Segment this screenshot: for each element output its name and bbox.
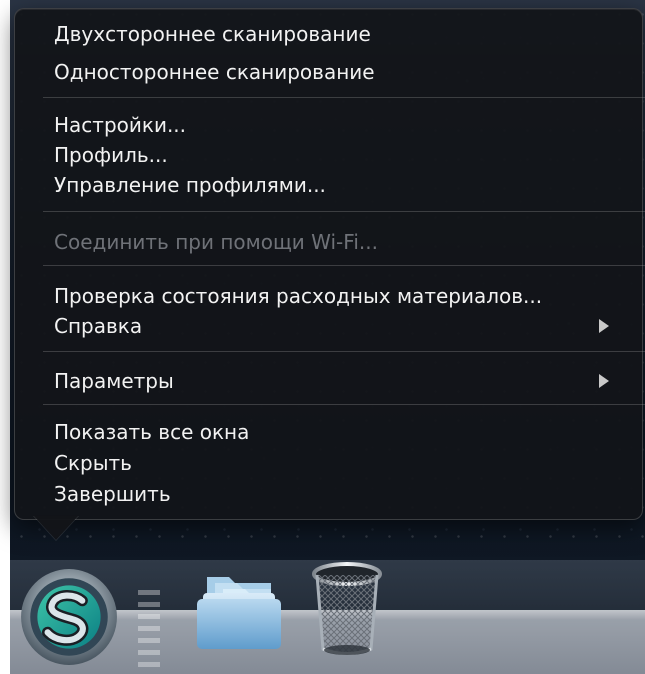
menu-item-hide[interactable]: Скрыть (54, 450, 132, 476)
menu-item-check-supplies[interactable]: Проверка состояния расходных материалов.… (54, 283, 542, 309)
menu-item-help-label: Справка (54, 314, 143, 338)
menu-item-show-all-windows[interactable]: Показать все окна (54, 419, 249, 445)
menu-separator (43, 265, 645, 266)
menu-item-duplex-scan[interactable]: Двухстороннее сканирование (54, 21, 371, 47)
menu-item-parameters[interactable]: Параметры (54, 368, 629, 394)
menu-separator (43, 211, 645, 212)
trash-icon[interactable] (307, 557, 387, 665)
menu-item-wifi-connect: Соединить при помощи Wi-Fi... (54, 230, 378, 254)
menu-item-parameters-label: Параметры (54, 369, 174, 393)
scan-app-icon[interactable] (18, 566, 120, 668)
context-menu: Двухстороннее сканирование Одностороннее… (14, 8, 645, 520)
menu-separator (43, 351, 645, 352)
menu-item-simplex-scan[interactable]: Одностороннее сканирование (54, 59, 375, 85)
menu-separator (43, 404, 645, 405)
submenu-arrow-icon (599, 374, 609, 388)
menu-separator (43, 97, 645, 98)
submenu-arrow-icon (599, 319, 609, 333)
dock-indicator (138, 590, 160, 674)
menu-item-manage-profiles[interactable]: Управление профилями... (54, 172, 326, 198)
menu-item-profile[interactable]: Профиль... (54, 142, 168, 168)
menu-item-help[interactable]: Справка (54, 313, 629, 339)
menu-item-settings[interactable]: Настройки... (54, 112, 186, 138)
folder-icon[interactable] (189, 559, 289, 659)
menu-pointer (33, 515, 79, 540)
menu-item-quit[interactable]: Завершить (54, 481, 171, 507)
